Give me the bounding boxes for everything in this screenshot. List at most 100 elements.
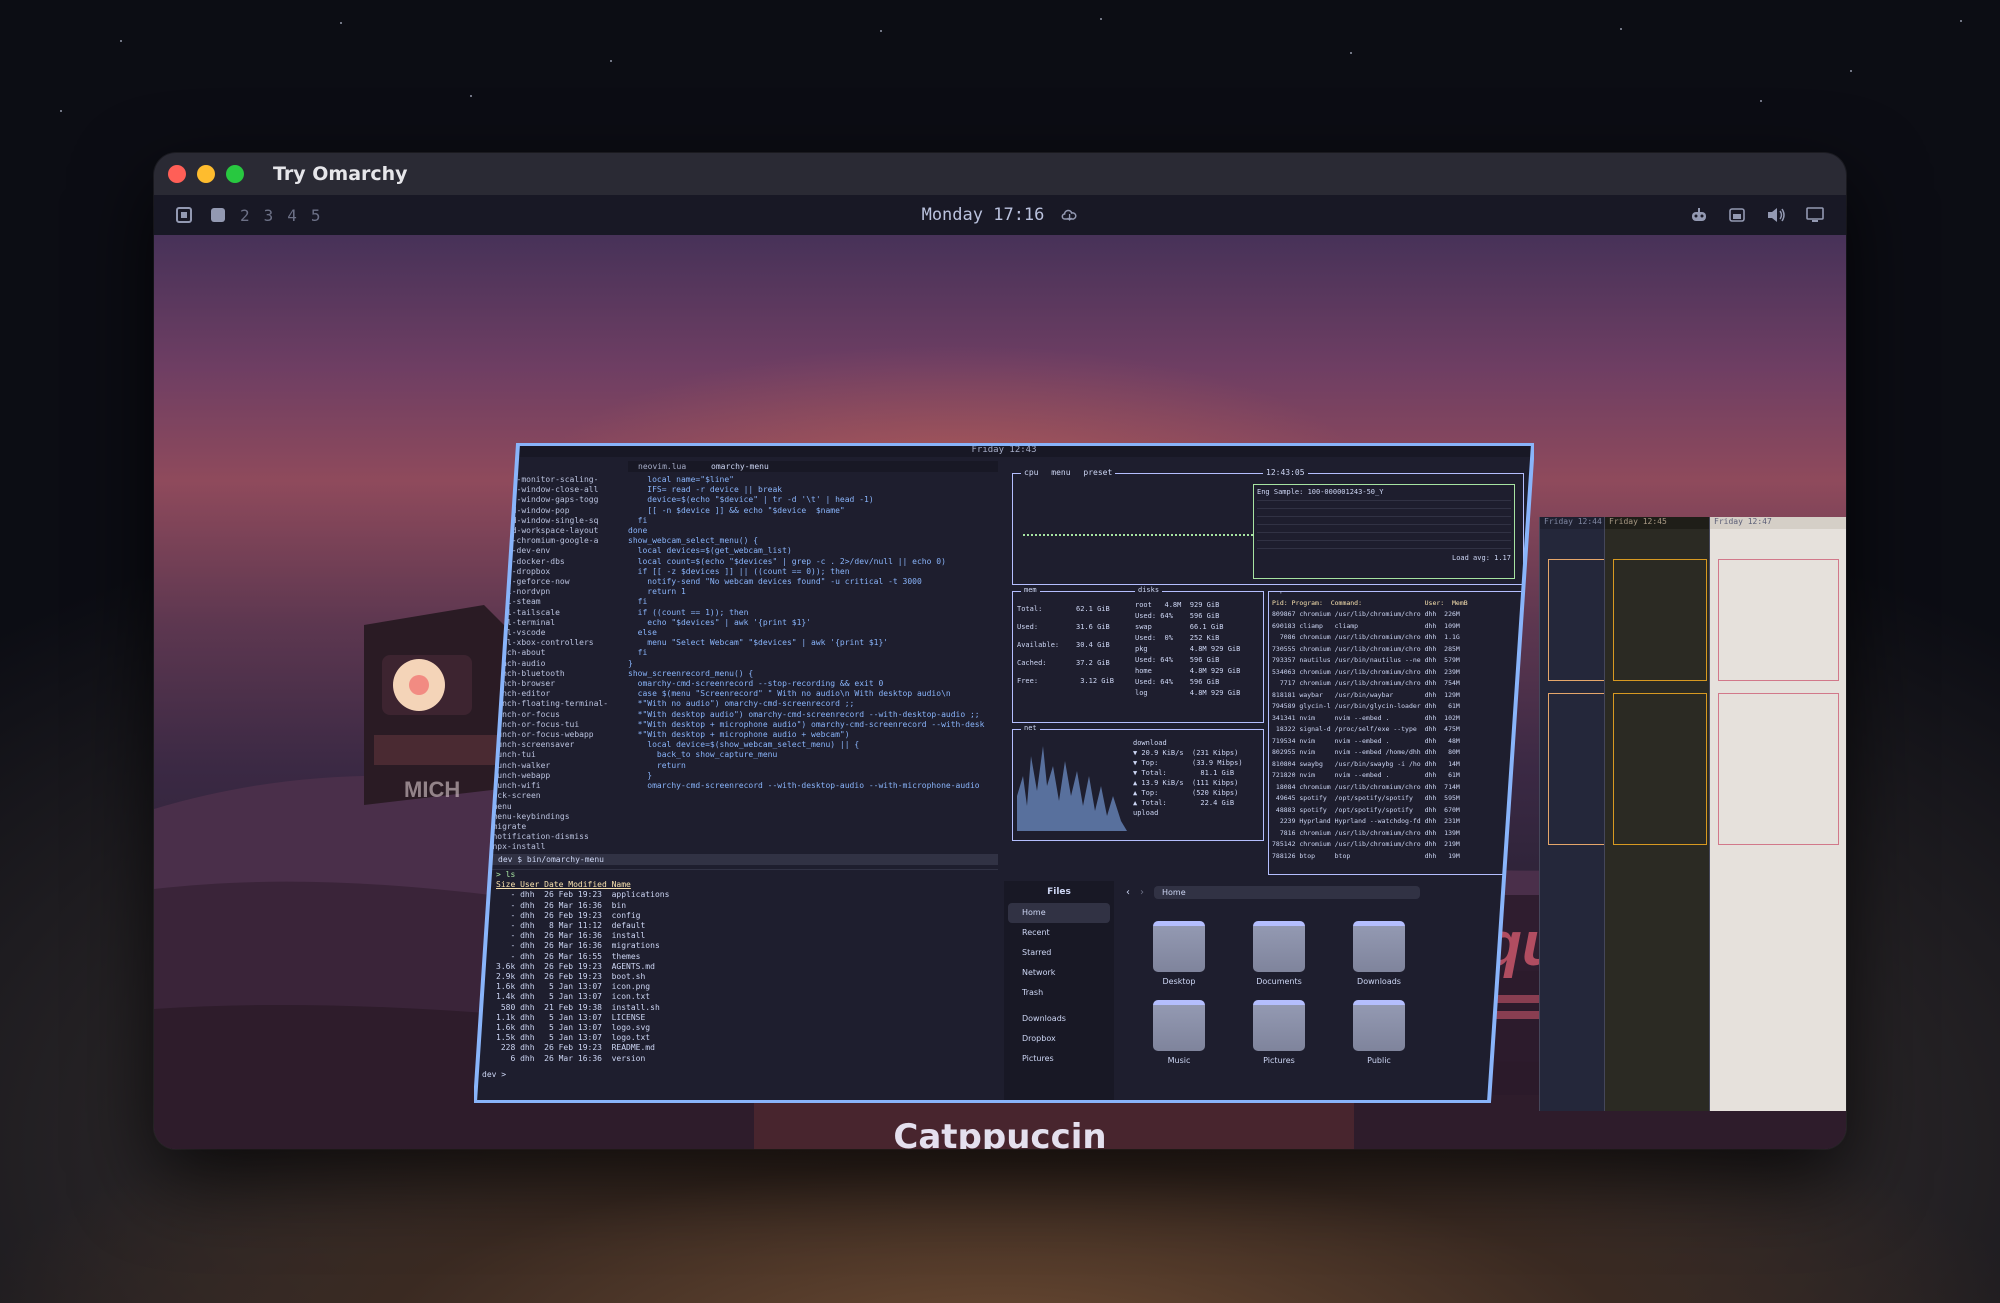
files-sidebar-item[interactable]: Downloads bbox=[1004, 1009, 1114, 1029]
editor-tab-menu[interactable]: omarchy-menu bbox=[711, 462, 769, 471]
folder-icon bbox=[1153, 921, 1205, 972]
network-icon[interactable] bbox=[1728, 207, 1746, 223]
terminal-ls-pane: > ls Size User Date Modified Name - dhh … bbox=[478, 869, 998, 1102]
files-folder-grid: Desktop Documents Downloads Music Pictures Pu… bbox=[1144, 921, 1504, 1065]
theme-preview-stack-2[interactable]: Friday 12:45 bbox=[1604, 517, 1715, 1111]
folder-item[interactable]: Downloads bbox=[1344, 921, 1414, 986]
btop-disks-label: disks bbox=[1135, 586, 1163, 594]
code-line: omarchy-cmd-screenrecord --with-desktop-… bbox=[628, 781, 980, 791]
code-line: IFS= read -r device || break bbox=[628, 485, 783, 495]
files-sidebar-item[interactable]: Starred bbox=[1004, 943, 1114, 963]
workspace-3[interactable]: 3 bbox=[264, 206, 274, 225]
btop-proc-list: 809867 chromium /usr/lib/chromium/chro d… bbox=[1272, 609, 1460, 862]
folder-item[interactable]: Pictures bbox=[1244, 1000, 1314, 1065]
omarchy-logo-icon[interactable] bbox=[176, 207, 192, 223]
code-line: device=$(echo "$device" | tr -d '\t' | h… bbox=[628, 495, 874, 505]
folder-item[interactable]: Documents bbox=[1244, 921, 1314, 986]
btop-proc-row: 810804 swaybg /usr/bin/swaybg -i /ho dhh… bbox=[1272, 759, 1460, 768]
clock-text: Monday 17:16 bbox=[921, 205, 1045, 225]
workspace-2[interactable]: 2 bbox=[240, 206, 250, 225]
ls-row: 2.9k dhh 26 Feb 19:23 boot.sh bbox=[496, 972, 646, 982]
btop-proc-header: Pid: Program: Command: User: MemB bbox=[1272, 599, 1468, 607]
folder-label: Music bbox=[1167, 1056, 1191, 1065]
theme-preview-catppuccin[interactable]: Friday 12:43 neovim.lua omarchy-menu hyp… bbox=[474, 443, 1534, 1103]
files-sidebar-item[interactable]: Dropbox bbox=[1004, 1029, 1114, 1049]
close-button[interactable] bbox=[168, 165, 186, 183]
btop-cpu-box: cpu menu preset 12:43:05 Eng Sample: 100… bbox=[1012, 468, 1524, 585]
code-line: show_webcam_select_menu() { bbox=[628, 536, 759, 546]
btop-cpu-label: cpu menu preset bbox=[1021, 468, 1116, 477]
files-sidebar-item[interactable]: Trash bbox=[1004, 983, 1114, 1003]
ls-prompt: > ls bbox=[496, 870, 516, 879]
ls-row: - dhh 26 Mar 16:55 themes bbox=[496, 951, 641, 961]
btop-proc-row: 730555 chromium /usr/lib/chromium/chro d… bbox=[1272, 644, 1460, 653]
folder-item[interactable]: Desktop bbox=[1144, 921, 1214, 986]
files-sidebar-item[interactable]: Recent bbox=[1004, 923, 1114, 943]
code-line: local name="$line" bbox=[628, 475, 734, 484]
code-line: local count=$(echo "$devices" | grep -c … bbox=[628, 556, 946, 566]
files-sidebar-item[interactable]: Home bbox=[1008, 903, 1110, 923]
file-tree-item: hy-menu bbox=[478, 801, 512, 811]
files-location-bar[interactable]: Home bbox=[1154, 885, 1420, 899]
volume-icon[interactable] bbox=[1766, 207, 1786, 223]
file-tree-item: install-dropbox bbox=[478, 566, 551, 576]
file-tree-item: y-launch-wifi bbox=[478, 781, 541, 791]
code-line: omarchy-cmd-screenrecord --stop-recordin… bbox=[628, 679, 884, 689]
files-sidebar-item[interactable]: Pictures bbox=[1004, 1049, 1114, 1069]
file-tree-item: install-docker-dbs bbox=[478, 556, 565, 566]
code-line: *"With desktop + microphone audio + webc… bbox=[628, 730, 850, 740]
btop-mem-line: Total: 62.1 GiB bbox=[1017, 605, 1110, 613]
cloud-download-icon[interactable] bbox=[1060, 208, 1078, 222]
forward-icon[interactable]: › bbox=[1140, 887, 1144, 898]
code-line: fi bbox=[628, 597, 648, 607]
bluetooth-icon[interactable] bbox=[1690, 207, 1708, 223]
btop-proc-row: 7086 chromium /usr/lib/chromium/chro dhh… bbox=[1272, 633, 1460, 641]
btop-disk-line: home 4.8M 929 GiB bbox=[1135, 667, 1241, 675]
btop-proc-row: 793357 nautilus /usr/bin/nautilus --ne d… bbox=[1272, 656, 1460, 664]
folder-icon bbox=[1353, 1000, 1405, 1051]
folder-item[interactable]: Music bbox=[1144, 1000, 1214, 1065]
ls-row: - dhh 26 Mar 16:36 bin bbox=[496, 900, 627, 910]
workspace-1-active-icon[interactable] bbox=[210, 207, 226, 223]
btop-disk-line: swap 66.1 GiB bbox=[1135, 623, 1224, 631]
clock[interactable]: Monday 17:16 bbox=[922, 205, 1079, 225]
stack-3-panel-2 bbox=[1718, 693, 1839, 845]
btop-load-avg: Load avg: 1.17 bbox=[1451, 554, 1511, 562]
btop-menu-title: menu bbox=[1051, 468, 1071, 477]
back-icon[interactable]: ‹ bbox=[1126, 887, 1130, 898]
file-tree-item: y-launch-tui bbox=[478, 750, 536, 760]
code-line: } bbox=[628, 658, 633, 668]
code-line: fi bbox=[628, 648, 648, 658]
workspace-4[interactable]: 4 bbox=[287, 206, 297, 225]
file-tree-item: install-chromium-google-a bbox=[478, 536, 599, 546]
minimize-button[interactable] bbox=[197, 165, 215, 183]
ls-row: 1.6k dhh 5 Jan 13:07 logo.svg bbox=[496, 1023, 651, 1033]
folder-label: Desktop bbox=[1162, 977, 1196, 986]
file-tree-item: y-lock-screen bbox=[478, 791, 541, 801]
zoom-button[interactable] bbox=[226, 165, 244, 183]
btop-cpu-cores: Eng Sample: 100-000001243-50_Y Load avg:… bbox=[1253, 484, 1515, 579]
ls-row: 3.6k dhh 26 Feb 19:23 AGENTS.md bbox=[496, 961, 655, 971]
folder-item[interactable]: Public bbox=[1344, 1000, 1414, 1065]
files-app-title: Files bbox=[1047, 887, 1071, 897]
neovim-pane: neovim.lua omarchy-menu hyprland-monitor… bbox=[478, 461, 998, 865]
folder-label: Pictures bbox=[1263, 1056, 1295, 1065]
top-bar: 2 3 4 5 Monday 17:16 bbox=[154, 195, 1846, 235]
btop-proc-row: 690183 cliamp cliamp dhh 109M bbox=[1272, 621, 1460, 630]
theme-name: Catppuccin bbox=[893, 1117, 1107, 1149]
theme-preview-stack-3[interactable]: Friday 12:47 bbox=[1709, 517, 1846, 1111]
file-tree-item: y-launch-webapp bbox=[478, 770, 551, 780]
editor-tab-neovim[interactable]: neovim.lua bbox=[638, 462, 686, 471]
file-tree-item: hy-menu-keybindings bbox=[478, 811, 570, 821]
display-icon[interactable] bbox=[1806, 207, 1824, 223]
workspace-5[interactable]: 5 bbox=[311, 206, 321, 225]
window-title: Try Omarchy bbox=[273, 163, 408, 185]
btop-net-graph bbox=[1017, 746, 1127, 831]
btop-mem-label: mem bbox=[1021, 586, 1040, 594]
folder-icon bbox=[1253, 1000, 1305, 1051]
files-sidebar-item[interactable]: Network bbox=[1004, 963, 1114, 983]
btop-preset-title: preset bbox=[1083, 468, 1113, 477]
ls-row: - dhh 26 Mar 16:36 install bbox=[496, 931, 646, 941]
code-line: done bbox=[628, 526, 648, 536]
code-line: local devices=$(get_webcam_list) bbox=[628, 546, 792, 556]
